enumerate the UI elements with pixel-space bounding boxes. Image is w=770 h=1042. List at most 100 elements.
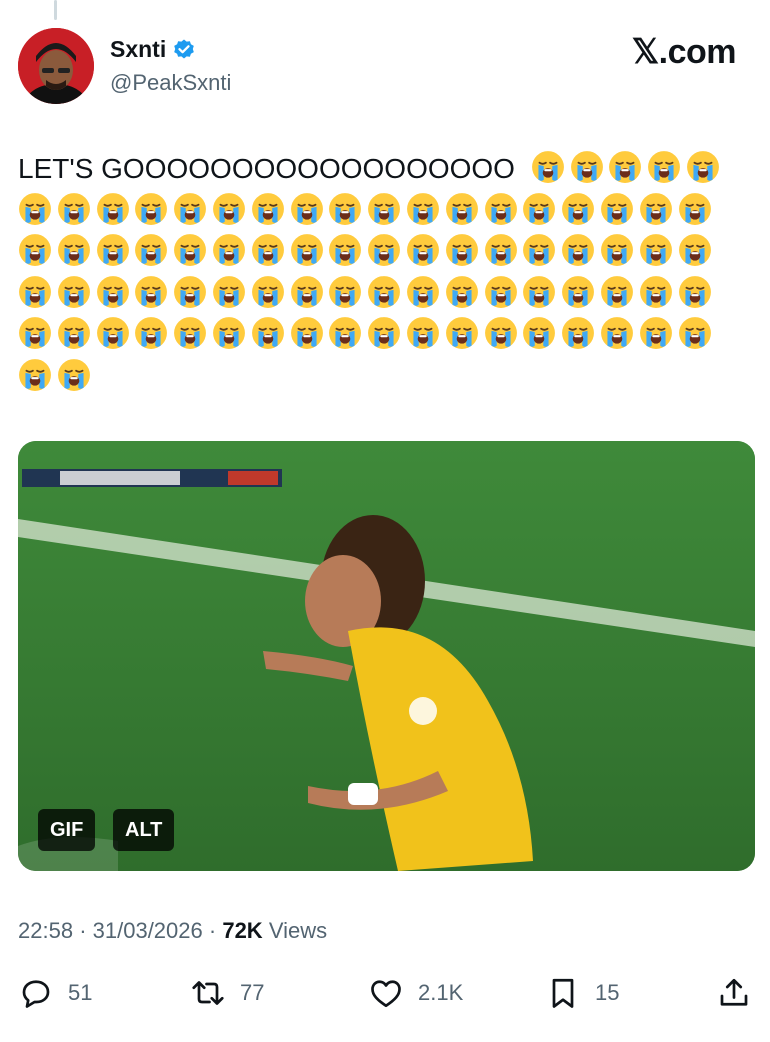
loudly-crying-face-icon bbox=[639, 275, 672, 308]
loudly-crying-face-icon bbox=[19, 275, 51, 308]
share-button[interactable] bbox=[716, 975, 752, 1011]
loudly-crying-face-icon bbox=[174, 234, 207, 267]
loudly-crying-face-icon bbox=[523, 275, 556, 308]
loudly-crying-face-icon bbox=[213, 192, 245, 225]
loudly-crying-face-icon bbox=[329, 317, 362, 350]
loudly-crying-face-icon bbox=[678, 234, 711, 267]
loudly-crying-face-icon bbox=[57, 317, 90, 350]
loudly-crying-face-icon bbox=[407, 275, 439, 308]
loudly-crying-face-icon bbox=[213, 234, 245, 267]
gif-badge: GIF bbox=[38, 809, 96, 851]
loudly-crying-face-icon bbox=[407, 192, 439, 225]
loudly-crying-face-icon bbox=[570, 151, 603, 183]
repost-button[interactable]: 77 bbox=[190, 975, 264, 1011]
loudly-crying-face-icon bbox=[251, 317, 284, 350]
loudly-crying-face-icon bbox=[213, 275, 245, 308]
loudly-crying-face-icon bbox=[445, 317, 478, 350]
avatar[interactable] bbox=[18, 28, 94, 104]
loudly-crying-face-icon bbox=[407, 234, 439, 267]
loudly-crying-face-icon bbox=[445, 192, 478, 225]
loudly-crying-face-icon bbox=[329, 275, 362, 308]
loudly-crying-face-icon bbox=[484, 275, 517, 308]
loudly-crying-face-icon bbox=[368, 275, 401, 308]
tweet-metadata: 22:58 · 31/03/2026 · 72K Views bbox=[18, 918, 327, 944]
reply-count: 51 bbox=[68, 980, 93, 1005]
loudly-crying-face-icon bbox=[329, 192, 362, 225]
loudly-crying-face-icon bbox=[96, 192, 129, 225]
loudly-crying-face-icon bbox=[678, 192, 711, 225]
loudly-crying-face-icon bbox=[96, 275, 129, 308]
loudly-crying-face-icon bbox=[639, 192, 672, 225]
loudly-crying-face-icon bbox=[639, 317, 672, 350]
loudly-crying-face-icon bbox=[484, 192, 517, 225]
tweet-action-bar: 51 77 2.1K 15 bbox=[18, 975, 758, 1019]
loudly-crying-face-icon bbox=[609, 151, 642, 183]
meta-separator-2: · bbox=[208, 918, 217, 943]
loudly-crying-face-icon bbox=[523, 192, 556, 225]
views-count: 72K bbox=[222, 918, 263, 943]
author-handle[interactable]: @PeakSxnti bbox=[110, 70, 231, 96]
loudly-crying-face-icon bbox=[174, 192, 207, 225]
loudly-crying-face-icon bbox=[407, 317, 439, 350]
loudly-crying-face-icon bbox=[57, 359, 90, 391]
reply-button[interactable]: 51 bbox=[18, 975, 92, 1011]
loudly-crying-face-icon bbox=[135, 234, 168, 267]
loudly-crying-face-icon bbox=[19, 359, 51, 391]
tweet-time[interactable]: 22:58 bbox=[18, 918, 73, 943]
author-display-name[interactable]: Sxnti bbox=[110, 36, 166, 63]
like-count: 2.1K bbox=[418, 980, 464, 1005]
loudly-crying-face-icon bbox=[135, 192, 168, 225]
heart-icon bbox=[371, 980, 401, 1008]
loudly-crying-face-icon bbox=[368, 192, 401, 225]
x-logo: 𝕏.com bbox=[631, 33, 737, 71]
avatar-image bbox=[18, 28, 94, 104]
loudly-crying-face-icon bbox=[445, 275, 478, 308]
loudly-crying-face-icon bbox=[687, 151, 719, 183]
loudly-crying-face-icon bbox=[57, 234, 90, 267]
loudly-crying-face-icon bbox=[19, 234, 51, 267]
loudly-crying-face-icon bbox=[96, 317, 129, 350]
loudly-crying-face-icon bbox=[639, 234, 672, 267]
loudly-crying-face-icon bbox=[251, 234, 284, 267]
like-button[interactable]: 2.1K bbox=[368, 975, 463, 1011]
reply-icon bbox=[22, 980, 50, 1008]
loudly-crying-face-icon bbox=[290, 234, 323, 267]
loudly-crying-face-icon bbox=[523, 234, 556, 267]
bookmark-icon bbox=[552, 978, 574, 1008]
loudly-crying-face-icon bbox=[445, 234, 478, 267]
loudly-crying-face-icon bbox=[329, 234, 362, 267]
bookmark-button[interactable]: 15 bbox=[545, 975, 619, 1011]
loudly-crying-face-icon bbox=[523, 317, 556, 350]
loudly-crying-face-icon bbox=[251, 192, 284, 225]
loudly-crying-face-icon bbox=[484, 234, 517, 267]
gif-frame-image bbox=[18, 441, 755, 871]
loudly-crying-face-icon bbox=[648, 151, 681, 183]
loudly-crying-face-icon bbox=[57, 192, 90, 225]
loudly-crying-face-icon bbox=[562, 275, 595, 308]
tweet-media-gif[interactable] bbox=[18, 441, 755, 871]
loudly-crying-face-icon bbox=[290, 275, 323, 308]
loudly-crying-face-icon bbox=[601, 317, 633, 350]
loudly-crying-face-icon bbox=[135, 275, 168, 308]
loudly-crying-face-icon bbox=[290, 317, 323, 350]
loudly-crying-face-icon bbox=[562, 192, 595, 225]
meta-separator: · bbox=[79, 918, 87, 943]
alt-text-button[interactable]: ALT bbox=[113, 809, 175, 851]
loudly-crying-face-icon bbox=[57, 275, 90, 308]
loudly-crying-face-icon bbox=[484, 317, 517, 350]
tweet-text: LET'S GOOOOOOOOOOOOOOOOOO bbox=[18, 148, 738, 398]
loudly-crying-face-icon bbox=[213, 317, 245, 350]
loudly-crying-face-icon bbox=[174, 275, 207, 308]
views-label: Views bbox=[268, 918, 328, 943]
loudly-crying-face-icon bbox=[678, 317, 711, 350]
tweet-date[interactable]: 31/03/2026 bbox=[93, 918, 203, 943]
loudly-crying-face-icon bbox=[251, 275, 284, 308]
repost-count: 77 bbox=[240, 980, 265, 1005]
loudly-crying-face-icon bbox=[135, 317, 168, 350]
share-icon bbox=[720, 978, 748, 1006]
author-name-row[interactable]: Sxnti bbox=[110, 36, 196, 63]
loudly-crying-face-icon bbox=[531, 151, 564, 183]
verified-badge-icon bbox=[174, 39, 195, 58]
bookmark-count: 15 bbox=[595, 980, 620, 1005]
loudly-crying-face-icon bbox=[601, 234, 633, 267]
